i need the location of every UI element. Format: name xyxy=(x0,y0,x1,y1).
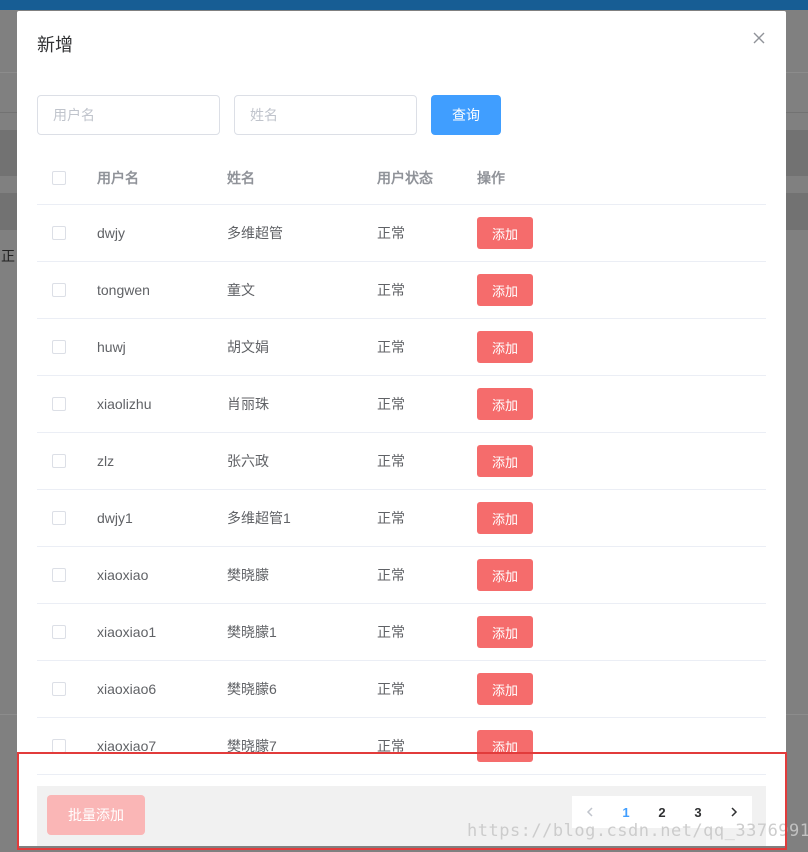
add-button[interactable]: 添加 xyxy=(477,730,533,762)
cell-status: 正常 xyxy=(377,624,405,640)
query-button[interactable]: 查询 xyxy=(431,95,501,135)
add-button[interactable]: 添加 xyxy=(477,274,533,306)
row-checkbox[interactable] xyxy=(52,682,66,696)
add-user-dialog: 新增 查询 用户名 姓名 用户状态 操作 dwjy 多维超管 正常 添加 ton… xyxy=(17,11,786,846)
cell-username: xiaoxiao7 xyxy=(97,738,157,754)
cell-name: 樊晓朦7 xyxy=(227,738,277,754)
row-checkbox[interactable] xyxy=(52,340,66,354)
username-search-input[interactable] xyxy=(37,95,220,135)
cell-name: 多维超管1 xyxy=(227,510,291,526)
row-checkbox[interactable] xyxy=(52,226,66,240)
cell-status: 正常 xyxy=(377,453,405,469)
row-checkbox[interactable] xyxy=(52,625,66,639)
chevron-left-icon xyxy=(586,807,593,817)
cell-name: 童文 xyxy=(227,282,255,298)
table-row: zlz 张六政 正常 添加 xyxy=(37,433,766,490)
app-header-bar xyxy=(0,0,808,10)
table-row: dwjy 多维超管 正常 添加 xyxy=(37,205,766,262)
cell-username: huwj xyxy=(97,339,126,355)
table-row: dwjy1 多维超管1 正常 添加 xyxy=(37,490,766,547)
watermark: https://blog.csdn.net/qq_33769914 xyxy=(467,821,808,841)
add-button[interactable]: 添加 xyxy=(477,388,533,420)
cell-status: 正常 xyxy=(377,339,405,355)
cell-status: 正常 xyxy=(377,567,405,583)
background-partial-text: 正 xyxy=(1,248,15,264)
cell-username: xiaolizhu xyxy=(97,396,152,412)
chevron-right-icon xyxy=(731,807,738,817)
user-table: 用户名 姓名 用户状态 操作 dwjy 多维超管 正常 添加 tongwen 童… xyxy=(37,152,766,775)
cell-status: 正常 xyxy=(377,225,405,241)
add-button[interactable]: 添加 xyxy=(477,445,533,477)
row-checkbox[interactable] xyxy=(52,283,66,297)
cell-name: 肖丽珠 xyxy=(227,396,269,412)
add-button[interactable]: 添加 xyxy=(477,559,533,591)
row-checkbox[interactable] xyxy=(52,511,66,525)
table-row: xiaoxiao 樊晓朦 正常 添加 xyxy=(37,547,766,604)
dialog-title: 新增 xyxy=(37,35,73,55)
column-header-name: 姓名 xyxy=(227,170,255,186)
row-checkbox[interactable] xyxy=(52,568,66,582)
column-header-username: 用户名 xyxy=(97,170,139,186)
cell-name: 胡文娟 xyxy=(227,339,269,355)
row-checkbox[interactable] xyxy=(52,739,66,753)
table-row: tongwen 童文 正常 添加 xyxy=(37,262,766,319)
add-button[interactable]: 添加 xyxy=(477,502,533,534)
cell-username: xiaoxiao1 xyxy=(97,624,157,640)
cell-name: 张六政 xyxy=(227,453,269,469)
cell-status: 正常 xyxy=(377,738,405,754)
cell-username: dwjy xyxy=(97,225,126,241)
cell-username: dwjy1 xyxy=(97,510,133,526)
cell-status: 正常 xyxy=(377,510,405,526)
add-button[interactable]: 添加 xyxy=(477,673,533,705)
name-search-input[interactable] xyxy=(234,95,417,135)
table-header-row: 用户名 姓名 用户状态 操作 xyxy=(37,152,766,205)
table-row: xiaoxiao7 樊晓朦7 正常 添加 xyxy=(37,718,766,775)
column-header-status: 用户状态 xyxy=(377,170,433,186)
column-header-action: 操作 xyxy=(477,170,505,186)
cell-username: xiaoxiao6 xyxy=(97,681,157,697)
row-checkbox[interactable] xyxy=(52,397,66,411)
cell-name: 樊晓朦 xyxy=(227,567,269,583)
add-button[interactable]: 添加 xyxy=(477,331,533,363)
table-row: xiaoxiao6 樊晓朦6 正常 添加 xyxy=(37,661,766,718)
batch-add-button[interactable]: 批量添加 xyxy=(47,795,145,835)
table-row: xiaoxiao1 樊晓朦1 正常 添加 xyxy=(37,604,766,661)
cell-name: 樊晓朦6 xyxy=(227,681,277,697)
cell-name: 樊晓朦1 xyxy=(227,624,277,640)
cell-username: zlz xyxy=(97,453,115,469)
cell-username: xiaoxiao xyxy=(97,567,149,583)
cell-status: 正常 xyxy=(377,396,405,412)
close-icon xyxy=(753,32,765,44)
row-checkbox[interactable] xyxy=(52,454,66,468)
select-all-checkbox[interactable] xyxy=(52,171,66,185)
cell-status: 正常 xyxy=(377,282,405,298)
add-button[interactable]: 添加 xyxy=(477,217,533,249)
cell-status: 正常 xyxy=(377,681,405,697)
table-row: huwj 胡文娟 正常 添加 xyxy=(37,319,766,376)
add-button[interactable]: 添加 xyxy=(477,616,533,648)
cell-username: tongwen xyxy=(97,282,150,298)
cell-name: 多维超管 xyxy=(227,225,283,241)
close-button[interactable] xyxy=(752,31,766,45)
table-row: xiaolizhu 肖丽珠 正常 添加 xyxy=(37,376,766,433)
